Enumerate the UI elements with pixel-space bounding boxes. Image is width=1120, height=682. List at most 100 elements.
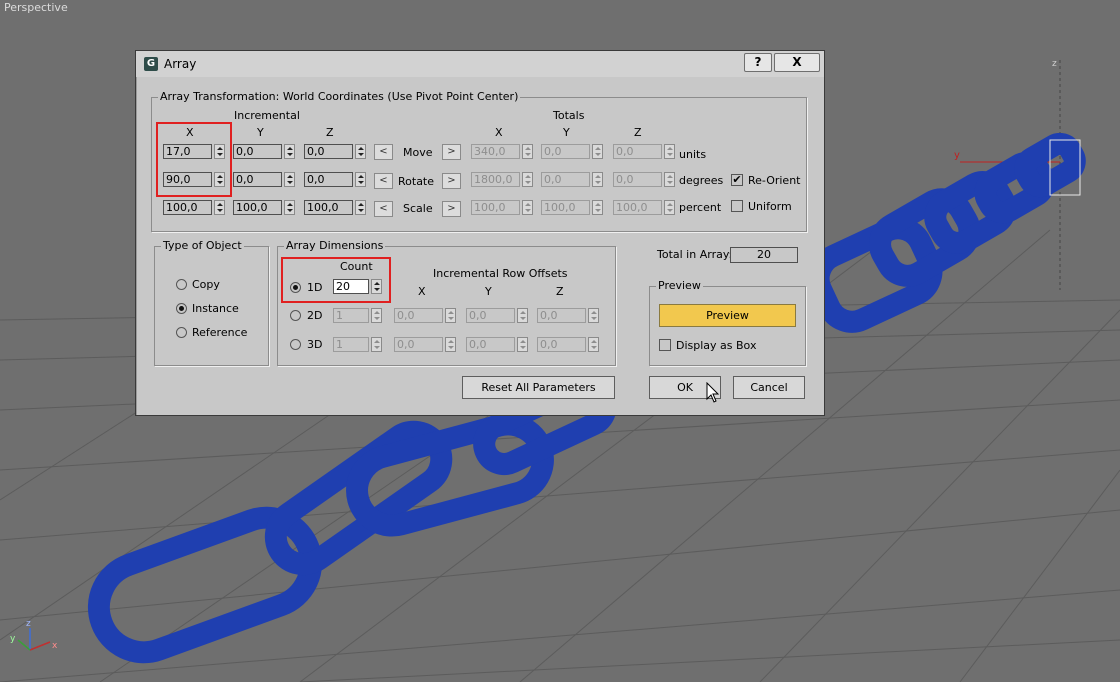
reference-radio[interactable]	[176, 327, 187, 338]
scale-unit: percent	[679, 201, 722, 214]
spin-arrows[interactable]	[355, 200, 366, 215]
dim-2d-radio[interactable]	[290, 310, 301, 321]
spin-arrows	[517, 308, 528, 323]
spin-arrows	[522, 200, 533, 215]
move-total-y: 0,0	[541, 144, 604, 159]
count-3d-value: 1	[333, 337, 369, 352]
spin-arrows[interactable]	[355, 172, 366, 187]
rotate-left-arrow[interactable]: <	[374, 173, 393, 189]
spin-arrows[interactable]	[355, 144, 366, 159]
uniform-checkbox[interactable]	[731, 200, 743, 212]
count-3d-spinner: 1	[333, 337, 383, 352]
spin-arrows	[664, 200, 675, 215]
help-button[interactable]: ?	[744, 53, 772, 72]
transform-group-label: Array Transformation: World Coordinates …	[158, 90, 521, 103]
total-value: 20	[730, 247, 798, 263]
dim-3d-radio[interactable]	[290, 339, 301, 350]
reference-label: Reference	[192, 326, 248, 339]
rotate-total-y-value: 0,0	[541, 172, 590, 187]
axis-y-label: y	[954, 150, 960, 161]
copy-label: Copy	[192, 278, 220, 291]
dialog-titlebar[interactable]: G Array ? X	[136, 51, 824, 77]
spin-arrows	[522, 144, 533, 159]
spin-arrows[interactable]	[284, 172, 295, 187]
spin-arrows	[517, 337, 528, 352]
move-y-input[interactable]: 0,0	[233, 144, 282, 159]
scale-x-spinner[interactable]: 100,0	[163, 200, 226, 215]
axis-z-label: z	[1052, 59, 1057, 69]
scale-y-spinner[interactable]: 100,0	[233, 200, 296, 215]
spin-arrows[interactable]	[214, 200, 225, 215]
count-2d-spinner: 1	[333, 308, 383, 323]
scale-left-arrow[interactable]: <	[374, 201, 393, 217]
move-left-arrow[interactable]: <	[374, 144, 393, 160]
rotate-right-arrow[interactable]: >	[442, 173, 461, 189]
rotate-label: Rotate	[398, 175, 435, 188]
move-z-input[interactable]: 0,0	[304, 144, 353, 159]
scale-z-spinner[interactable]: 100,0	[304, 200, 367, 215]
viewport-label[interactable]: Perspective	[4, 1, 68, 14]
offset-3d-z: 0,0	[537, 337, 600, 352]
rotate-z-input[interactable]: 0,0	[304, 172, 353, 187]
rotate-total-z: 0,0	[613, 172, 676, 187]
scale-z-input[interactable]: 100,0	[304, 200, 353, 215]
reset-all-button[interactable]: Reset All Parameters	[462, 376, 615, 399]
spin-arrows	[664, 172, 675, 187]
app-icon: G	[144, 57, 158, 71]
spin-arrows	[371, 308, 382, 323]
display-box-checkbox[interactable]	[659, 339, 671, 351]
x-column-highlight	[156, 122, 232, 197]
move-label: Move	[403, 146, 433, 159]
scale-y-input[interactable]: 100,0	[233, 200, 282, 215]
total-label: Total in Array:	[657, 248, 733, 261]
re-orient-label: Re-Orient	[748, 174, 801, 187]
spin-arrows	[664, 144, 675, 159]
spin-arrows	[445, 337, 456, 352]
spin-arrows	[588, 308, 599, 323]
uniform-label: Uniform	[748, 200, 792, 213]
dialog-title: Array	[164, 57, 197, 71]
tripod-y-label: y	[10, 634, 16, 644]
preview-button[interactable]: Preview	[659, 304, 796, 327]
display-box-label: Display as Box	[676, 339, 757, 352]
rotate-total-y: 0,0	[541, 172, 604, 187]
tripod-z-label: z	[26, 619, 31, 629]
offset-x-header: X	[418, 285, 426, 298]
tot-x-header: X	[495, 126, 503, 139]
type-group-label: Type of Object	[161, 239, 244, 252]
move-right-arrow[interactable]: >	[442, 144, 461, 160]
scale-x-input[interactable]: 100,0	[163, 200, 212, 215]
spin-arrows	[445, 308, 456, 323]
offset-2d-y-value: 0,0	[466, 308, 515, 323]
offset-3d-z-value: 0,0	[537, 337, 586, 352]
count-highlight	[281, 257, 391, 303]
close-button[interactable]: X	[774, 53, 820, 72]
spin-arrows[interactable]	[284, 144, 295, 159]
spin-arrows[interactable]	[284, 200, 295, 215]
tripod-x-label: x	[52, 641, 58, 651]
dim-2d-label: 2D	[307, 309, 323, 322]
rotate-z-spinner[interactable]: 0,0	[304, 172, 367, 187]
rotate-y-input[interactable]: 0,0	[233, 172, 282, 187]
rotate-y-spinner[interactable]: 0,0	[233, 172, 296, 187]
move-total-y-value: 0,0	[541, 144, 590, 159]
scale-total-x-value: 100,0	[471, 200, 520, 215]
scale-total-y: 100,0	[541, 200, 604, 215]
rotate-total-x-value: 1800,0	[471, 172, 520, 187]
offset-z-header: Z	[556, 285, 564, 298]
array-dialog: G Array ? X Array Transformation: World …	[135, 50, 825, 416]
offset-3d-x: 0,0	[394, 337, 457, 352]
axis-tripod	[17, 628, 51, 651]
cancel-button[interactable]: Cancel	[733, 376, 805, 399]
scale-right-arrow[interactable]: >	[442, 201, 461, 217]
row-offsets-label: Incremental Row Offsets	[433, 267, 568, 280]
inc-z-header: Z	[326, 126, 334, 139]
instance-radio[interactable]	[176, 303, 187, 314]
re-orient-checkbox[interactable]: ✔	[731, 174, 743, 186]
scale-total-x: 100,0	[471, 200, 534, 215]
preview-group-label: Preview	[656, 279, 703, 292]
copy-radio[interactable]	[176, 279, 187, 290]
move-y-spinner[interactable]: 0,0	[233, 144, 296, 159]
move-z-spinner[interactable]: 0,0	[304, 144, 367, 159]
spin-arrows	[592, 172, 603, 187]
